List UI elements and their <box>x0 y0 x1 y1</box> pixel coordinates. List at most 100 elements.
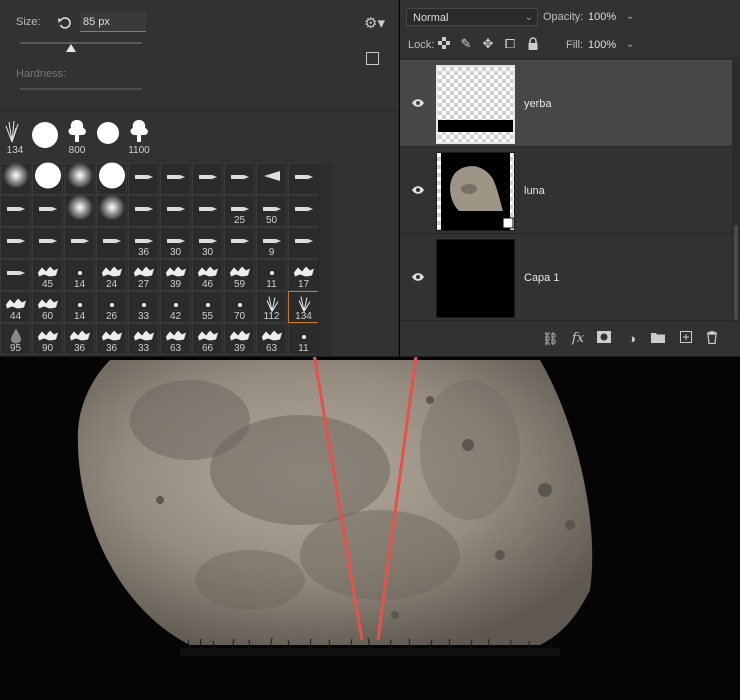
brush-preset[interactable]: 42 <box>160 291 191 323</box>
brush-preset[interactable]: 60 <box>32 291 63 323</box>
layers-scrollbar-thumb[interactable] <box>734 225 738 320</box>
brush-preset[interactable]: 46 <box>192 259 223 291</box>
brush-preset[interactable] <box>96 162 127 195</box>
brush-preset[interactable]: 27 <box>128 259 159 291</box>
brush-preset[interactable]: 44 <box>0 291 31 323</box>
brush-preset[interactable] <box>224 163 255 195</box>
recent-brush-4[interactable] <box>94 118 124 156</box>
brush-preset[interactable] <box>64 227 95 259</box>
layer-name[interactable]: Capa 1 <box>524 272 559 284</box>
brush-preset-selected[interactable]: 134 <box>288 291 319 323</box>
brush-preset[interactable]: 66 <box>192 323 223 355</box>
brush-preset[interactable] <box>160 195 191 227</box>
eye-icon[interactable] <box>411 185 425 195</box>
eye-icon[interactable] <box>411 98 425 108</box>
brush-preset[interactable]: 36 <box>128 227 159 259</box>
brush-lock-icon[interactable]: ✎ <box>459 37 473 51</box>
layer-row-luna[interactable]: luna <box>400 147 732 234</box>
size-input[interactable] <box>80 12 146 32</box>
brush-preset[interactable]: 112 <box>256 291 287 323</box>
brush-preset[interactable]: 36 <box>96 323 127 355</box>
chevron-down-icon[interactable]: ⌄ <box>626 11 634 22</box>
brush-preset[interactable] <box>128 163 159 195</box>
recent-brush-2[interactable] <box>30 118 60 156</box>
reset-icon[interactable] <box>56 14 74 32</box>
brush-preset[interactable] <box>288 163 319 195</box>
brush-preset[interactable]: 55 <box>192 291 223 323</box>
brush-preset[interactable] <box>288 227 319 259</box>
brush-preset[interactable] <box>32 195 63 227</box>
brush-preset[interactable] <box>288 195 319 227</box>
brush-preset[interactable]: 9 <box>256 227 287 259</box>
brush-preset[interactable] <box>32 162 63 195</box>
checkerboard-lock-icon[interactable] <box>437 37 451 51</box>
size-slider-thumb[interactable] <box>66 44 76 52</box>
brush-preset[interactable]: 26 <box>96 291 127 323</box>
brush-preset[interactable]: 45 <box>32 259 63 291</box>
trash-icon[interactable] <box>704 331 720 347</box>
move-lock-icon[interactable]: ✥ <box>481 37 495 51</box>
adjustment-icon[interactable]: ◑ <box>624 331 640 347</box>
brush-preset[interactable]: 11 <box>256 259 287 291</box>
brush-preset[interactable]: 14 <box>64 259 95 291</box>
brush-preset[interactable]: 24 <box>96 259 127 291</box>
chevron-down-icon[interactable]: ⌄ <box>626 39 634 50</box>
brush-preset[interactable] <box>32 227 63 259</box>
blend-mode-select[interactable]: Normal ⌄ <box>406 8 538 26</box>
layer-name[interactable]: luna <box>524 185 545 197</box>
layer-row-yerba[interactable]: yerba <box>400 60 732 147</box>
brush-preset[interactable] <box>160 163 191 195</box>
brush-preset[interactable] <box>96 194 127 227</box>
recent-brush-1[interactable]: 134 <box>0 118 30 156</box>
brush-preset[interactable] <box>192 195 223 227</box>
brush-preset[interactable] <box>256 163 287 195</box>
fx-icon[interactable]: fx <box>570 331 586 347</box>
brush-preset[interactable]: 33 <box>128 291 159 323</box>
brush-preset[interactable]: 63 <box>160 323 191 355</box>
opacity-value[interactable]: 100% <box>588 11 616 23</box>
brush-preset[interactable]: 95 <box>0 323 31 355</box>
hardness-slider-track[interactable] <box>20 88 142 90</box>
brush-preset[interactable] <box>96 227 127 259</box>
brush-preset[interactable]: 33 <box>128 323 159 355</box>
brush-preset[interactable]: 36 <box>64 323 95 355</box>
brush-preset[interactable]: 39 <box>160 259 191 291</box>
brush-preset[interactable] <box>224 227 255 259</box>
brush-preset[interactable] <box>64 162 95 195</box>
brush-preset[interactable]: 50 <box>256 195 287 227</box>
brush-preset[interactable] <box>128 195 159 227</box>
brush-preset[interactable] <box>0 259 31 291</box>
brush-preset[interactable]: 30 <box>192 227 223 259</box>
brush-preset[interactable]: 17 <box>288 259 319 291</box>
brush-preset[interactable]: 63 <box>256 323 287 355</box>
brush-preset[interactable]: 90 <box>32 323 63 355</box>
brush-preset[interactable]: 30 <box>160 227 191 259</box>
recent-brush-5[interactable]: 1100 <box>124 118 154 156</box>
padlock-icon[interactable] <box>526 37 540 51</box>
size-slider-track[interactable] <box>20 42 142 44</box>
brush-preset[interactable]: 70 <box>224 291 255 323</box>
mask-icon[interactable] <box>596 331 612 347</box>
eye-icon[interactable] <box>411 272 425 282</box>
brush-preset[interactable]: 39 <box>224 323 255 355</box>
brush-preset[interactable] <box>192 163 223 195</box>
brush-preset[interactable] <box>0 162 31 195</box>
fill-value[interactable]: 100% <box>588 39 616 51</box>
artboard-lock-icon[interactable]: ⧠ <box>503 37 517 51</box>
brush-preset[interactable]: 25 <box>224 195 255 227</box>
gear-icon[interactable]: ⚙▾ <box>364 14 385 32</box>
link-icon[interactable]: ⛓ <box>542 331 559 347</box>
layer-row-capa-1[interactable]: Capa 1 <box>400 234 732 321</box>
new-layer-icon[interactable] <box>678 331 694 347</box>
brush-preset[interactable] <box>64 194 95 227</box>
brush-preset[interactable] <box>0 195 31 227</box>
folder-icon[interactable] <box>650 331 666 347</box>
brush-preset[interactable]: 14 <box>64 291 95 323</box>
recent-brush-3[interactable]: 800 <box>62 118 92 156</box>
brush-grid-scrollbar[interactable] <box>318 163 333 356</box>
brush-preset[interactable]: 59 <box>224 259 255 291</box>
brush-preset[interactable] <box>0 227 31 259</box>
new-preset-icon[interactable] <box>366 52 379 65</box>
brush-preset[interactable]: 11 <box>288 323 319 355</box>
layer-name[interactable]: yerba <box>524 98 552 110</box>
